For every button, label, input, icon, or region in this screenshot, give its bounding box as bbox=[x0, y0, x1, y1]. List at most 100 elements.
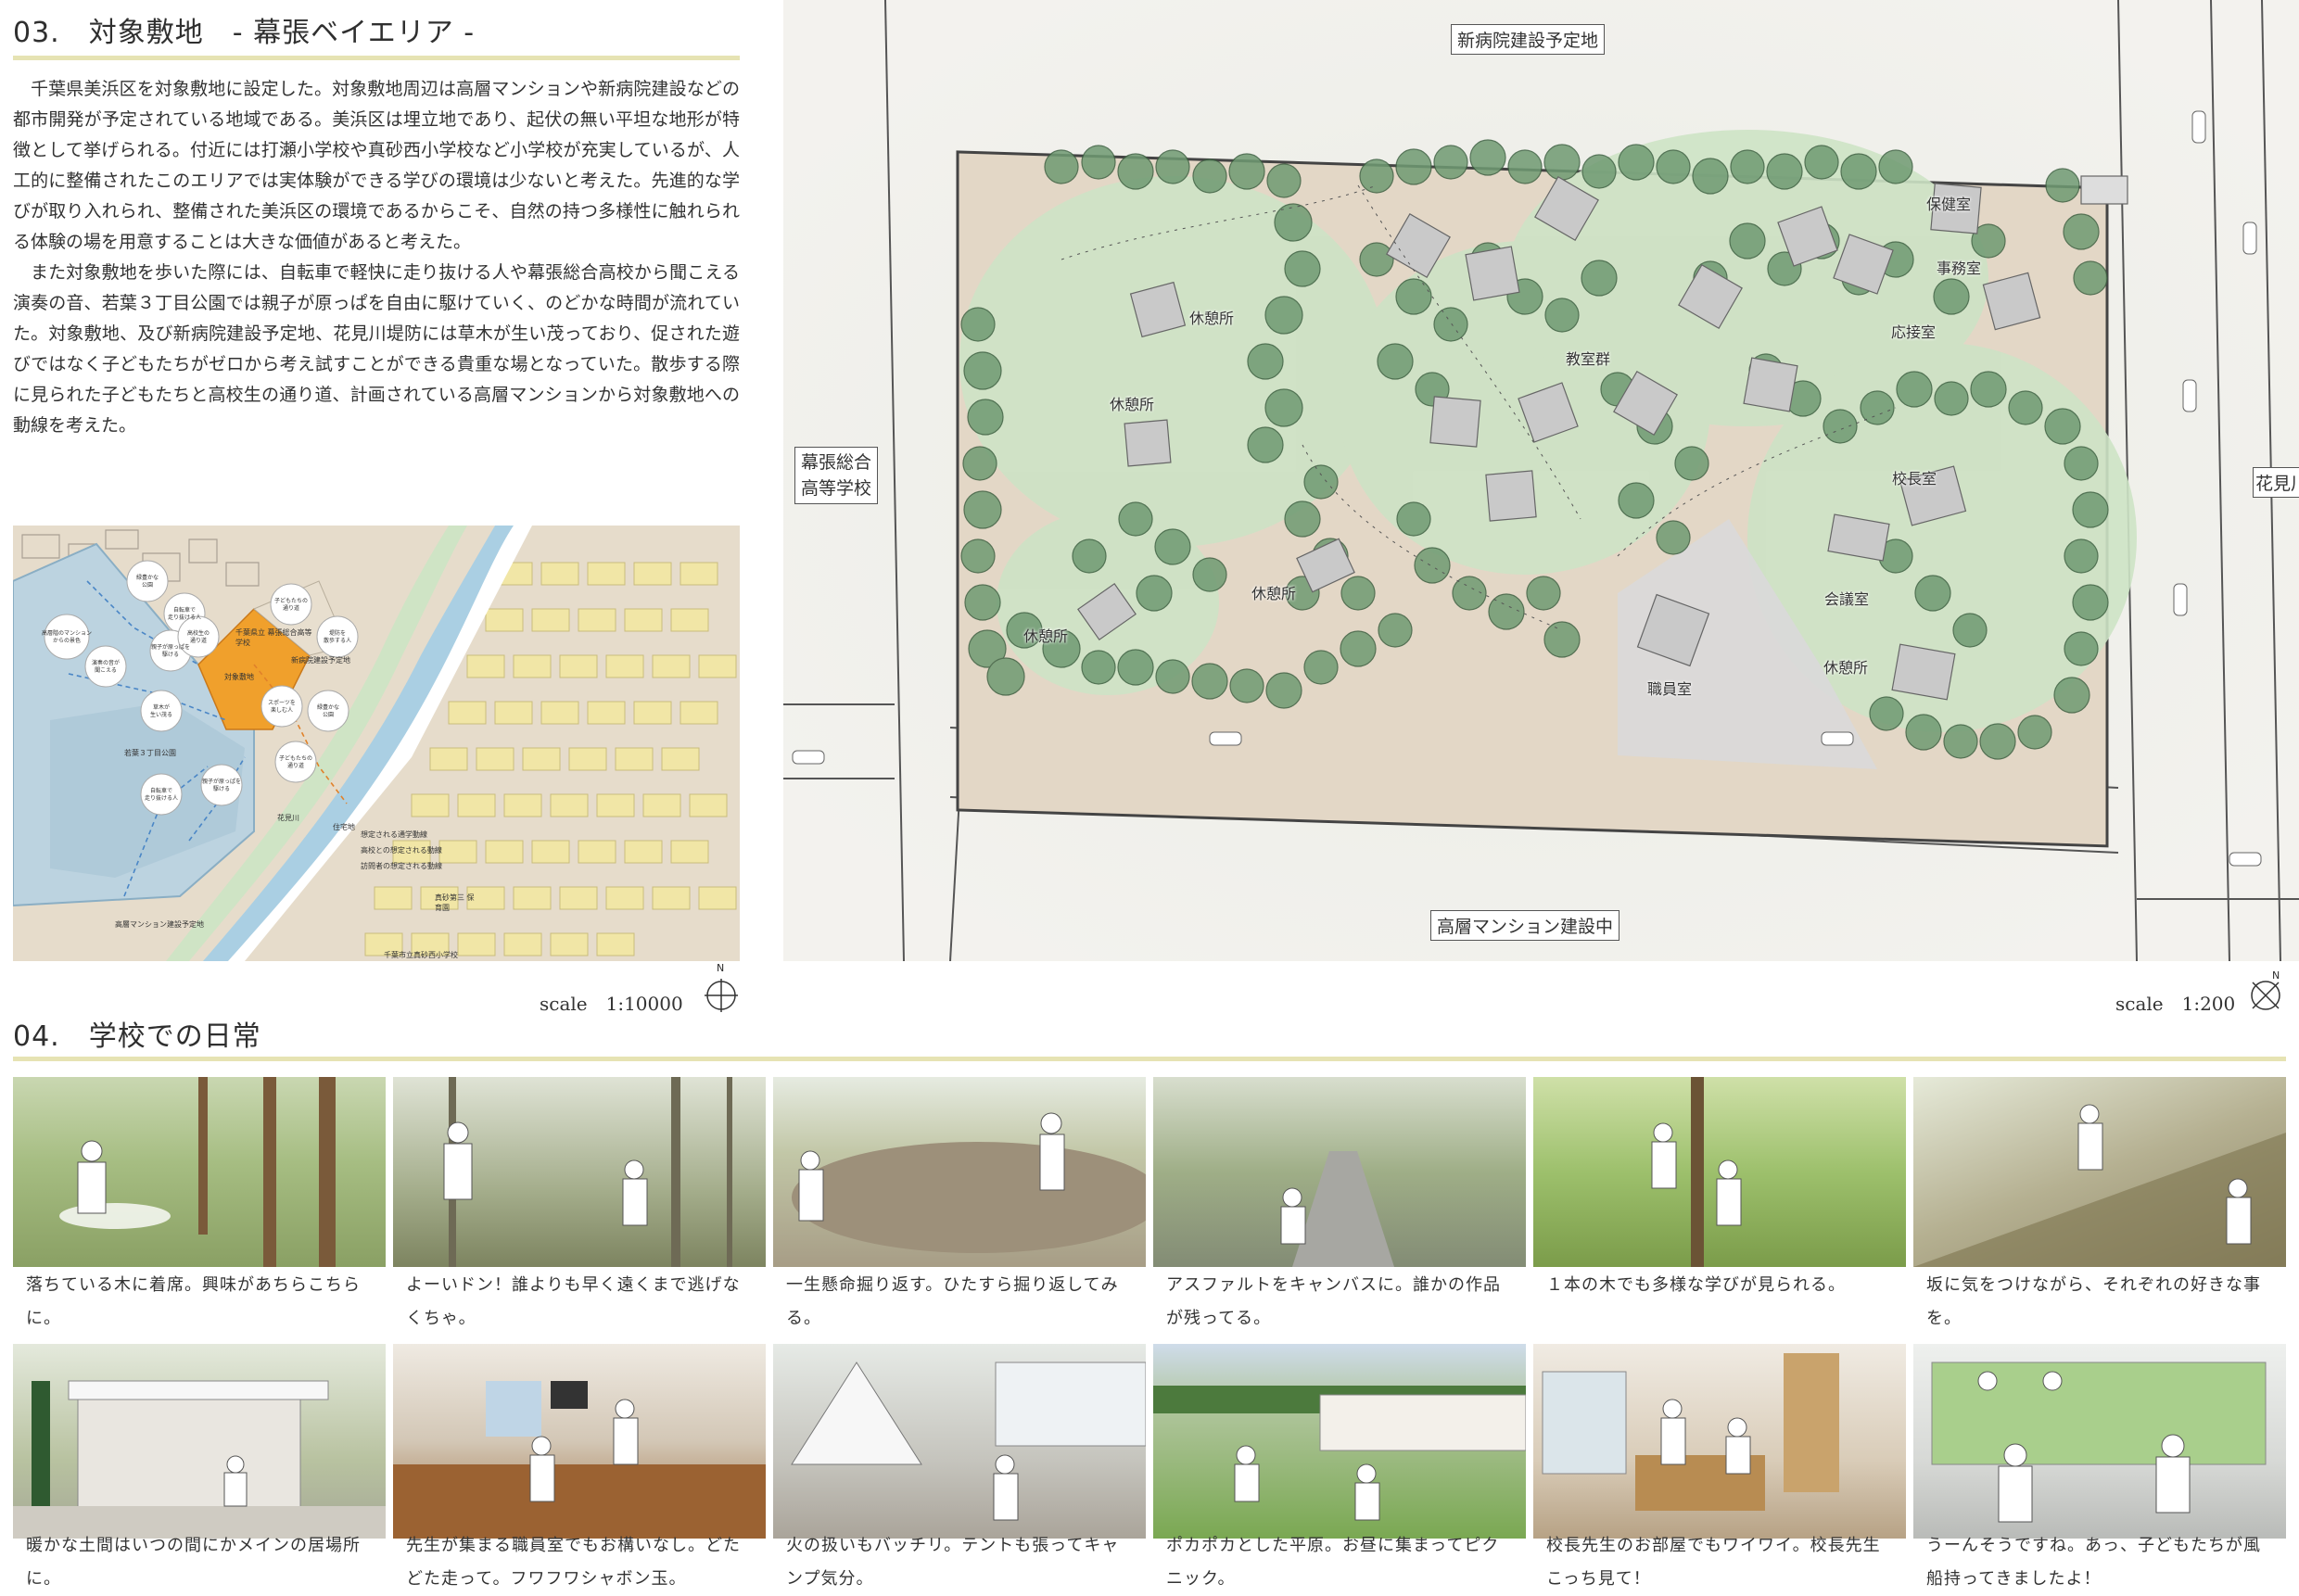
svg-text:自転車で: 自転車で bbox=[150, 787, 172, 794]
legend-school-route: 想定される通学動線 bbox=[361, 830, 427, 839]
map-label-nursery: 真砂第三 保育園 bbox=[435, 893, 475, 912]
room-classrooms: 教室群 bbox=[1566, 350, 1611, 368]
scene-caption-10: ポカポカとした平原。お昼に集まってピクニック。 bbox=[1166, 1536, 1500, 1589]
scene-caption-11: 校長先生のお部屋でもワイワイ。校長先生こっち見て！ bbox=[1546, 1536, 1881, 1589]
map-label-hospital: 新病院建設予定地 bbox=[291, 656, 350, 665]
map-label-site: 対象敷地 bbox=[224, 673, 254, 681]
map-label-school: 千葉県立 幕張総合高等学校 bbox=[235, 628, 312, 647]
label-mansion: 高層マンション建設中 bbox=[1430, 910, 1620, 941]
area-map-north-arrow: N bbox=[705, 962, 738, 1014]
scene-photo-11 bbox=[1533, 1344, 1906, 1539]
svg-text:自転車で: 自転車で bbox=[173, 606, 196, 614]
map-label-elementary: 千葉市立真砂西小学校 bbox=[384, 951, 458, 959]
scene-caption-7: 暖かな土間はいつの間にかメインの居場所に。 bbox=[26, 1536, 361, 1589]
legend-visitor-route: 訪問者の想定される動線 bbox=[361, 862, 442, 870]
site-plan-scale: scale 1:200 bbox=[2115, 993, 2236, 1015]
room-office: 事務室 bbox=[1937, 260, 1982, 277]
scene-caption-5: １本の木でも多様な学びが見られる。 bbox=[1546, 1275, 1846, 1295]
site-description-p2: また対象敷地を歩いた際には、自転車で軽快に走り抜ける人や幕張総合高校から聞こえる… bbox=[13, 262, 740, 436]
svg-text:走り抜ける人: 走り抜ける人 bbox=[168, 614, 201, 621]
label-highschool-line2: 高等学校 bbox=[801, 478, 872, 499]
scene-photo-12 bbox=[1913, 1344, 2286, 1539]
scene-photo-8 bbox=[393, 1344, 766, 1539]
scene-photo-10 bbox=[1153, 1344, 1526, 1539]
room-rest-3: 休憩所 bbox=[1251, 585, 1297, 602]
site-plan-north-arrow: N bbox=[2247, 969, 2284, 1014]
scene-photo-4 bbox=[1153, 1077, 1526, 1267]
scene-photo-7 bbox=[13, 1344, 386, 1539]
section-03-rule bbox=[13, 56, 740, 60]
svg-text:高校生の: 高校生の bbox=[187, 629, 210, 637]
svg-text:生い茂る: 生い茂る bbox=[150, 711, 172, 718]
room-principal: 校長室 bbox=[1892, 470, 1937, 488]
room-reception: 応接室 bbox=[1891, 323, 1937, 341]
svg-text:楽しむ人: 楽しむ人 bbox=[271, 706, 293, 714]
svg-text:公園: 公園 bbox=[323, 712, 334, 718]
svg-text:親子が原っぱを: 親子が原っぱを bbox=[202, 778, 241, 785]
area-map: 高層階のマンション からの景色 緑豊かな 公園 自転車で 走り抜ける人 演奏の音が 聞こ… bbox=[13, 526, 740, 961]
map-label-park: 若葉３丁目公園 bbox=[124, 749, 176, 757]
legend-highschool-route: 高校との想定される動線 bbox=[361, 846, 442, 855]
svg-text:緑豊かな: 緑豊かな bbox=[317, 703, 339, 711]
svg-text:通り道: 通り道 bbox=[283, 604, 299, 612]
scene-photo-9 bbox=[773, 1344, 1146, 1539]
room-meeting: 会議室 bbox=[1824, 590, 1870, 608]
area-map-scale: scale 1:10000 bbox=[540, 993, 683, 1015]
room-rest-1: 休憩所 bbox=[1189, 310, 1235, 327]
scene-photo-6 bbox=[1913, 1077, 2286, 1267]
room-rest-2: 休憩所 bbox=[1110, 396, 1155, 413]
area-map-graphic: 高層階のマンションからの景色 緑豊かな公園 自転車で走り抜ける人 演奏の音が聞こ… bbox=[13, 526, 740, 961]
map-label-residential: 住宅地 bbox=[333, 823, 355, 831]
site-plan-north-label: N bbox=[2272, 969, 2280, 982]
scene-photo-1 bbox=[13, 1077, 386, 1267]
site-plan: 新病院建設予定地 幕張総合 高等学校 花見川 高層マンション建設中 休憩所 休憩… bbox=[783, 0, 2299, 961]
map-label-mansion: 高層マンション建設予定地 bbox=[115, 920, 204, 929]
svg-text:草木が: 草木が bbox=[153, 703, 170, 711]
section-03-title: 03. 対象敷地 - 幕張ベイエリア - bbox=[13, 17, 476, 49]
svg-text:演奏の音が: 演奏の音が bbox=[92, 659, 120, 666]
room-staff: 職員室 bbox=[1647, 680, 1693, 698]
label-hospital-site: 新病院建設予定地 bbox=[1451, 24, 1606, 55]
scene-caption-4: アスファルトをキャンバスに。誰かの作品が残ってる。 bbox=[1166, 1275, 1501, 1328]
scene-photo-5 bbox=[1533, 1077, 1906, 1267]
svg-text:駆ける: 駆ける bbox=[213, 786, 230, 792]
svg-text:スポーツを: スポーツを bbox=[268, 699, 296, 706]
scene-caption-9: 火の扱いもバッチリ。テントも張ってキャンプ気分。 bbox=[786, 1536, 1120, 1589]
scene-caption-3: 一生懸命掘り返す。ひたすら掘り返してみる。 bbox=[786, 1275, 1119, 1328]
scene-caption-6: 坂に気をつけながら、それぞれの好きな事を。 bbox=[1926, 1275, 2261, 1328]
map-label-river: 花見川 bbox=[277, 814, 299, 822]
room-rest-5: 休憩所 bbox=[1823, 659, 1869, 677]
scene-caption-1: 落ちている木に着席。興味があちらこちらに。 bbox=[26, 1275, 361, 1328]
svg-text:子どもたちの: 子どもたちの bbox=[279, 754, 312, 762]
svg-text:駆ける: 駆ける bbox=[162, 652, 179, 658]
section-04-title: 04. 学校での日常 bbox=[13, 1020, 261, 1053]
room-rest-4: 休憩所 bbox=[1023, 627, 1069, 645]
section-04-rule bbox=[13, 1057, 2286, 1061]
svg-text:散歩する人: 散歩する人 bbox=[324, 637, 351, 644]
svg-text:通り道: 通り道 bbox=[287, 762, 304, 769]
svg-text:子どもたちの: 子どもたちの bbox=[274, 597, 308, 604]
scene-caption-2: よーいドン！誰よりも早く遠くまで逃げなくちゃ。 bbox=[406, 1275, 741, 1328]
site-description: 千葉県美浜区を対象敷地に設定した。対象敷地周辺は高層マンションや新病院建設などの… bbox=[13, 74, 740, 441]
map-legend: 想定される通学動線 高校との想定される動線 訪問者の想定される動線 bbox=[361, 827, 442, 874]
svg-text:通り道: 通り道 bbox=[190, 637, 207, 644]
svg-text:緑豊かな: 緑豊かな bbox=[136, 574, 159, 581]
scene-photo-3 bbox=[773, 1077, 1146, 1267]
site-plan-graphic bbox=[783, 0, 2299, 961]
svg-text:高層階のマンション: 高層階のマンション bbox=[42, 629, 92, 637]
room-health: 保健室 bbox=[1926, 196, 1972, 213]
svg-text:堤防を: 堤防を bbox=[329, 629, 346, 637]
svg-text:公園: 公園 bbox=[142, 582, 153, 589]
label-river: 花見川 bbox=[2253, 467, 2299, 498]
svg-text:聞こえる: 聞こえる bbox=[95, 667, 117, 674]
site-description-p1: 千葉県美浜区を対象敷地に設定した。対象敷地周辺は高層マンションや新病院建設などの… bbox=[13, 79, 740, 252]
area-map-north-label: N bbox=[717, 962, 725, 974]
scene-caption-12: うーんそうですね。あっ、子どもたちが風船持ってきましたよ！ bbox=[1926, 1536, 2261, 1589]
scene-photo-2 bbox=[393, 1077, 766, 1267]
svg-text:親子が原っぱを: 親子が原っぱを bbox=[151, 643, 190, 651]
scene-caption-8: 先生が集まる職員室でもお構いなし。どたどた走って。フワフワシャボン玉。 bbox=[406, 1536, 741, 1589]
label-highschool: 幕張総合 高等学校 bbox=[794, 447, 879, 504]
label-highschool-line1: 幕張総合 bbox=[801, 452, 872, 473]
svg-text:からの景色: からの景色 bbox=[53, 637, 81, 644]
svg-text:走り抜ける人: 走り抜ける人 bbox=[145, 794, 178, 802]
